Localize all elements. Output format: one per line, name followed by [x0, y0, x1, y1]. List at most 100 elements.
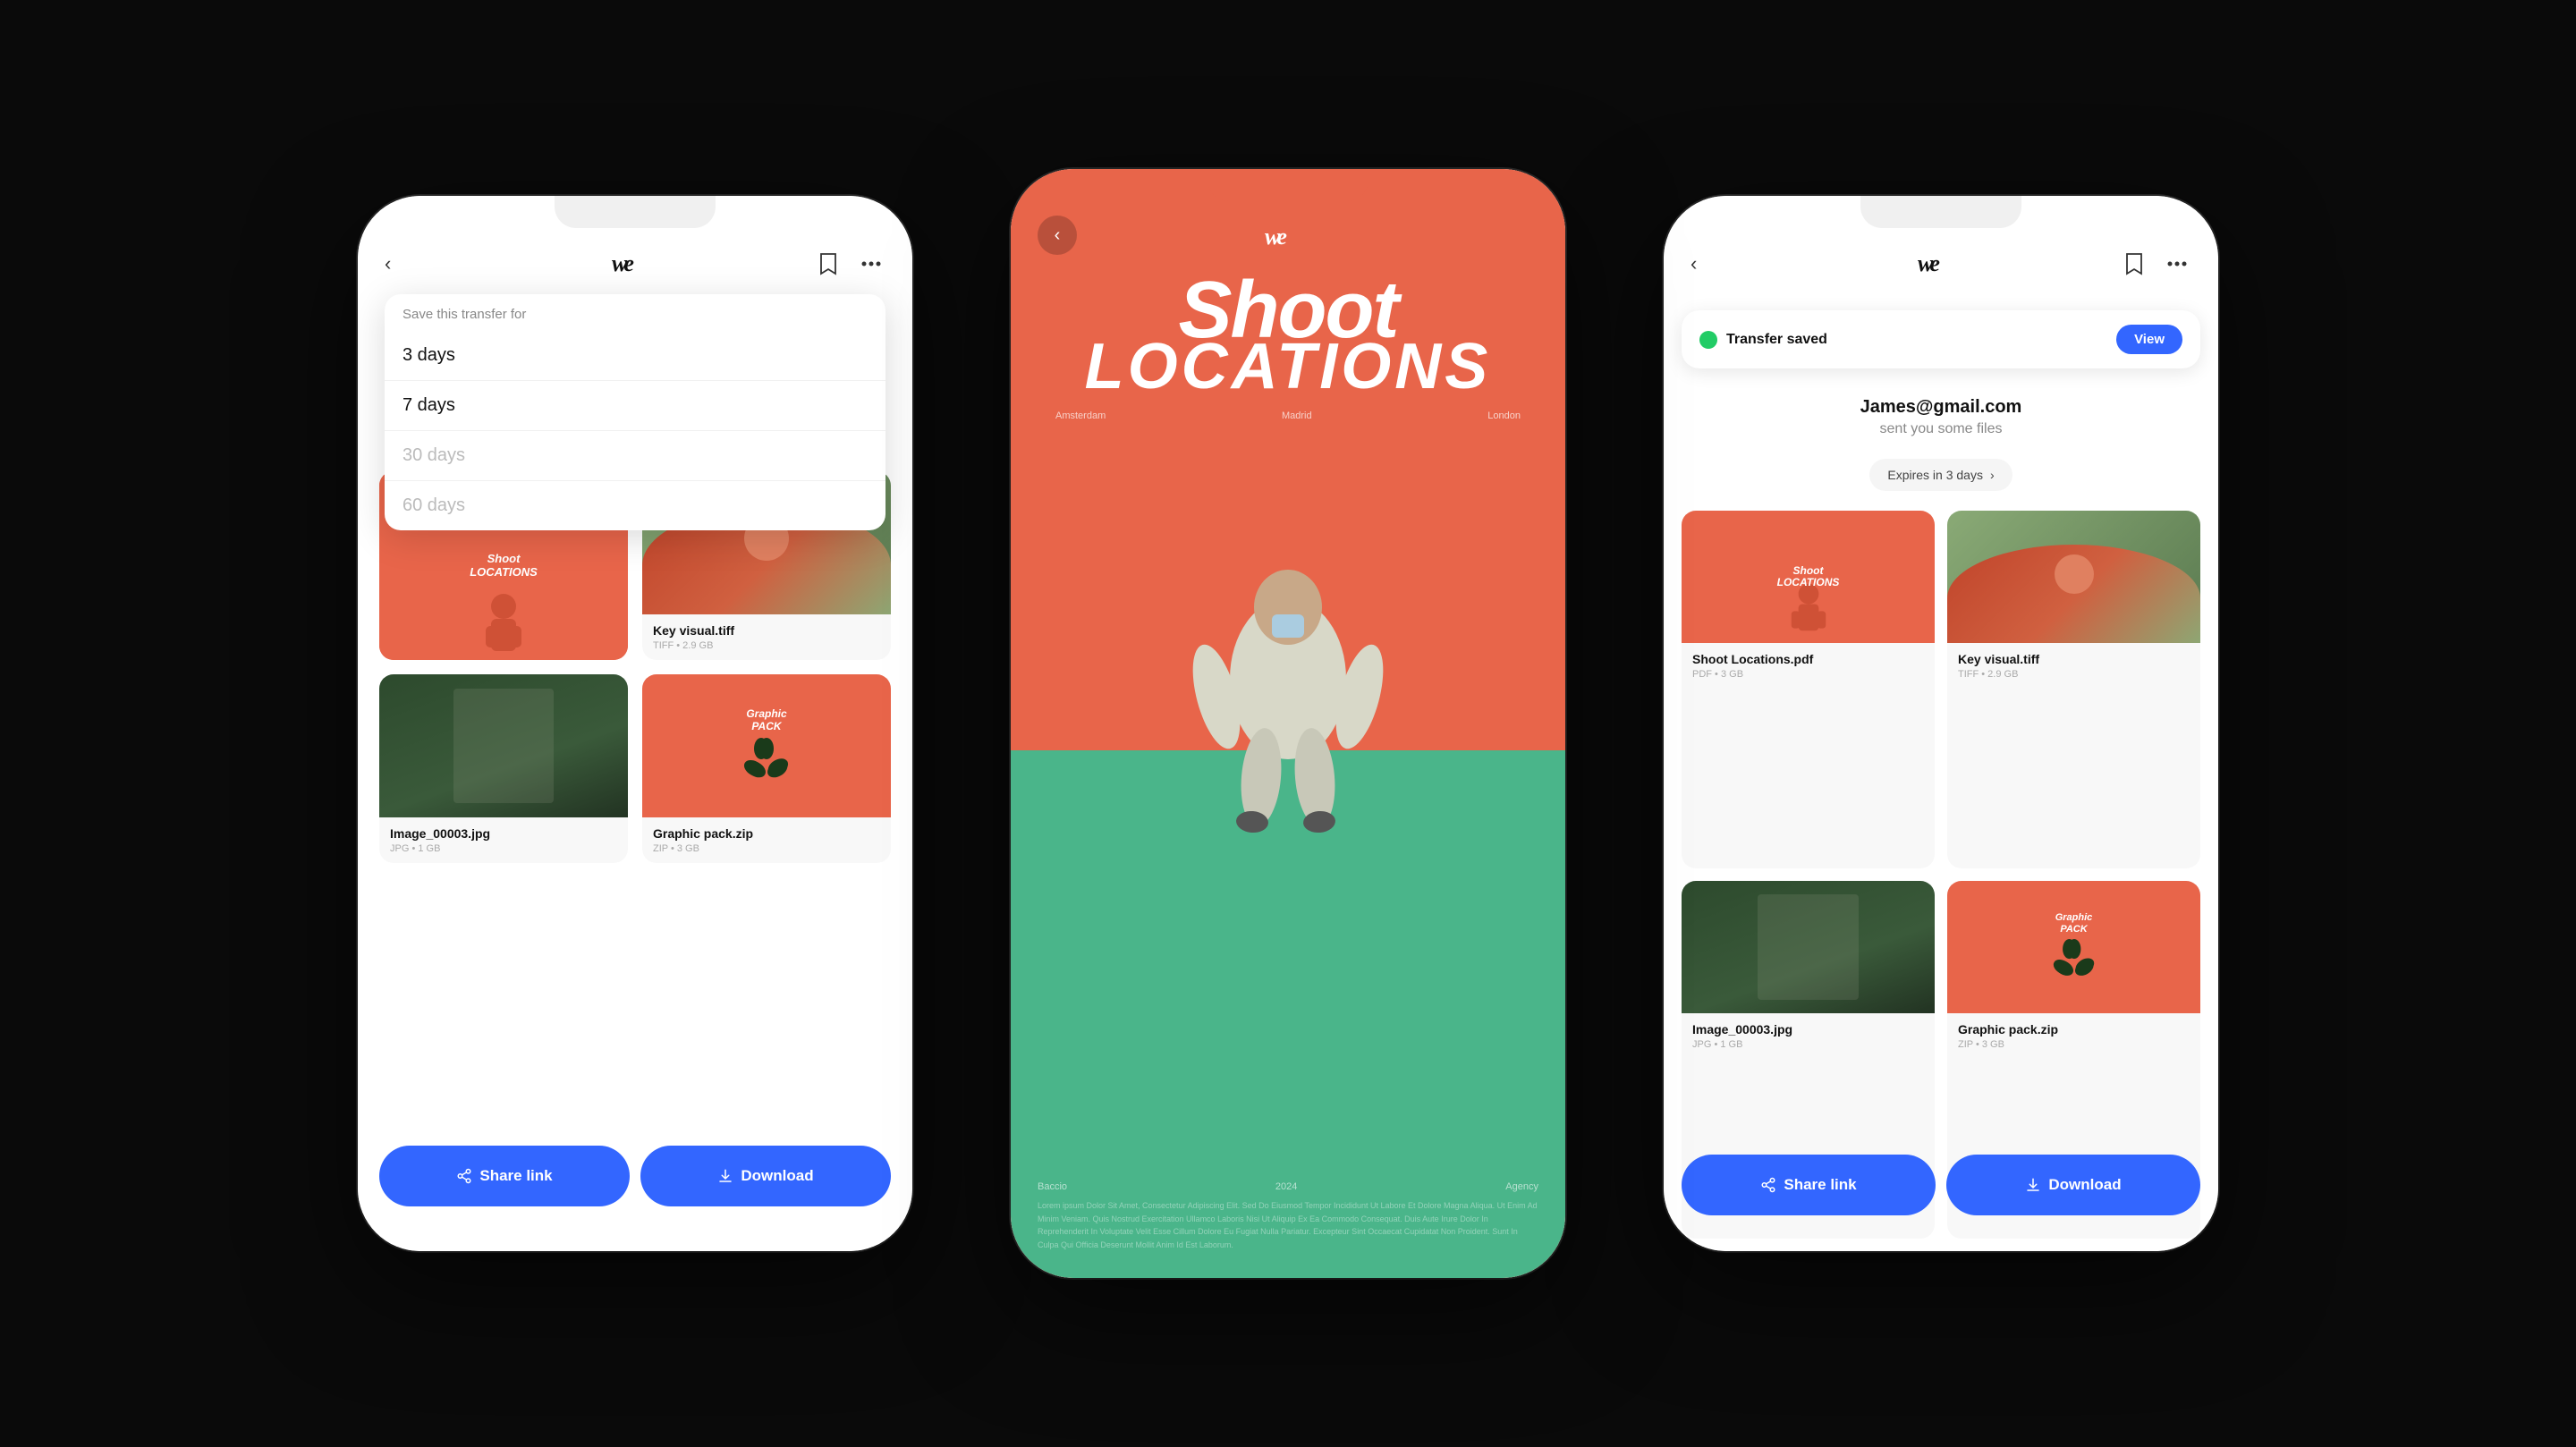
dropdown-item-60days[interactable]: 60 days — [385, 481, 886, 530]
right-file-meta-key-visual: TIFF • 2.9 GB — [1958, 669, 2190, 680]
bookmark-button-right[interactable] — [2120, 250, 2148, 278]
transfer-saved-banner: Transfer saved View — [1682, 310, 2200, 368]
expires-chevron: › — [1990, 468, 1995, 482]
more-button-right[interactable] — [2163, 250, 2191, 278]
bottom-actions-left: Share link Download — [379, 1146, 891, 1206]
svg-text:we: we — [612, 250, 633, 275]
bottom-actions-right: Share link Download — [1682, 1155, 2200, 1215]
status-dot — [1699, 331, 1717, 349]
right-file-card-shoot-locations[interactable]: ShootLOCATIONS Sho — [1682, 511, 1935, 868]
right-thumb-image-00003 — [1682, 881, 1935, 1013]
save-duration-dropdown[interactable]: Save this transfer for 3 days 7 days 30 … — [385, 294, 886, 530]
download-label-right: Download — [2048, 1176, 2121, 1194]
locations-title: LOCATIONS — [1085, 338, 1492, 396]
header-icons-right — [2120, 250, 2191, 278]
notch-center — [1208, 169, 1368, 201]
right-file-info-graphic-pack: Graphic pack.zip ZIP • 3 GB — [1947, 1013, 2200, 1059]
leaf-icon-right — [2053, 939, 2096, 982]
right-file-name-shoot-locations: Shoot Locations.pdf — [1692, 652, 1924, 666]
share-link-label-left: Share link — [479, 1167, 552, 1185]
brand-label: Baccio — [1038, 1181, 1067, 1192]
bookmark-button-left[interactable] — [814, 250, 843, 278]
city-madrid: Madrid — [1282, 410, 1312, 421]
right-thumb-graphic-pack: GraphicPACK — [1947, 881, 2200, 1013]
right-file-name-image-00003: Image_00003.jpg — [1692, 1022, 1924, 1037]
right-file-info-shoot-locations: Shoot Locations.pdf PDF • 3 GB — [1682, 643, 1935, 689]
sender-email: James@gmail.com — [1682, 397, 2200, 418]
right-phone-content: ‹ we — [1664, 196, 2218, 1251]
person-overhead — [1163, 518, 1413, 840]
download-label-left: Download — [741, 1167, 813, 1185]
share-icon-right — [1760, 1177, 1776, 1193]
dropdown-item-7days[interactable]: 7 days — [385, 381, 886, 431]
leaf-icon-left — [743, 738, 790, 784]
phone-left: ‹ we — [358, 196, 912, 1251]
file-info-key-visual: Key visual.tiff TIFF • 2.9 GB — [642, 614, 891, 660]
view-button[interactable]: View — [2116, 325, 2182, 354]
phones-container: ‹ we — [304, 97, 2272, 1350]
share-link-button-right[interactable]: Share link — [1682, 1155, 1936, 1215]
download-icon-right — [2025, 1177, 2041, 1193]
we-logo-center: we — [1265, 223, 1311, 248]
we-logo-left: we — [612, 250, 658, 275]
share-link-label-right: Share link — [1784, 1176, 1856, 1194]
right-file-info-image-00003: Image_00003.jpg JPG • 1 GB — [1682, 1013, 1935, 1059]
dropdown-item-30days[interactable]: 30 days — [385, 431, 886, 481]
year-label: 2024 — [1275, 1181, 1297, 1192]
back-button-center[interactable]: ‹ — [1038, 216, 1077, 255]
expires-text: Expires in 3 days — [1887, 468, 1983, 482]
center-phone-content: ‹ we Shoot LOCATIONS Amsterdam — [1011, 169, 1565, 1278]
we-logo-right: we — [1918, 250, 1964, 275]
right-thumb-shoot-locations: ShootLOCATIONS — [1682, 511, 1935, 643]
right-file-meta-graphic-pack: ZIP • 3 GB — [1958, 1039, 2190, 1050]
file-meta-key-visual: TIFF • 2.9 GB — [653, 640, 880, 651]
file-info-graphic-pack: Graphic pack.zip ZIP • 3 GB — [642, 817, 891, 863]
notch-right — [1860, 196, 2021, 228]
left-phone-content: ‹ we — [358, 196, 912, 1251]
download-icon-left — [717, 1168, 733, 1184]
sender-subtitle: sent you some files — [1682, 421, 2200, 437]
body-text: Lorem ipsum Dolor Sit Amet, Consectetur … — [1038, 1199, 1538, 1251]
svg-text:we: we — [1918, 250, 1939, 275]
share-icon-left — [456, 1168, 472, 1184]
right-file-info-key-visual: Key visual.tiff TIFF • 2.9 GB — [1947, 643, 2200, 689]
right-file-meta-image-00003: JPG • 1 GB — [1692, 1039, 1924, 1050]
transfer-saved-left: Transfer saved — [1699, 331, 1827, 349]
file-grid-right: ShootLOCATIONS Sho — [1664, 498, 2218, 1251]
back-button-right[interactable]: ‹ — [1690, 252, 1697, 275]
header-icons-left — [814, 250, 886, 278]
dropdown-label: Save this transfer for — [385, 294, 886, 331]
svg-text:we: we — [1265, 224, 1286, 248]
phone-right: ‹ we — [1664, 196, 2218, 1251]
right-thumb-key-visual — [1947, 511, 2200, 643]
right-file-name-key-visual: Key visual.tiff — [1958, 652, 2190, 666]
notch-left — [555, 196, 716, 228]
dropdown-item-3days[interactable]: 3 days — [385, 331, 886, 381]
expires-badge[interactable]: Expires in 3 days › — [1869, 459, 2012, 491]
file-card-image-00003[interactable]: Image_00003.jpg JPG • 1 GB — [379, 674, 628, 863]
transfer-saved-text: Transfer saved — [1726, 332, 1827, 348]
file-meta-graphic-pack: ZIP • 3 GB — [653, 843, 880, 854]
city-amsterdam: Amsterdam — [1055, 410, 1106, 421]
left-header: ‹ we — [358, 250, 912, 278]
thumb-graphic-pack: GraphicPACK — [642, 674, 891, 817]
more-button-left[interactable] — [857, 250, 886, 278]
file-meta-image-00003: JPG • 1 GB — [390, 843, 617, 854]
file-name-image-00003: Image_00003.jpg — [390, 826, 617, 841]
file-card-graphic-pack[interactable]: GraphicPACK — [642, 674, 891, 863]
back-button-left[interactable]: ‹ — [385, 252, 391, 275]
phone-center: ‹ we Shoot LOCATIONS Amsterdam — [1011, 169, 1565, 1278]
thumb-image-00003 — [379, 674, 628, 817]
download-button-left[interactable]: Download — [640, 1146, 891, 1206]
download-button-right[interactable]: Download — [1946, 1155, 2200, 1215]
right-file-name-graphic-pack: Graphic pack.zip — [1958, 1022, 2190, 1037]
share-link-button-left[interactable]: Share link — [379, 1146, 630, 1206]
agency-label: Agency — [1505, 1181, 1538, 1192]
right-file-card-key-visual[interactable]: Key visual.tiff TIFF • 2.9 GB — [1947, 511, 2200, 868]
file-info-image-00003: Image_00003.jpg JPG • 1 GB — [379, 817, 628, 863]
right-file-meta-shoot-locations: PDF • 3 GB — [1692, 669, 1924, 680]
file-name-graphic-pack: Graphic pack.zip — [653, 826, 880, 841]
right-header: ‹ we — [1664, 250, 2218, 278]
file-name-key-visual: Key visual.tiff — [653, 623, 880, 638]
city-london: London — [1487, 410, 1521, 421]
